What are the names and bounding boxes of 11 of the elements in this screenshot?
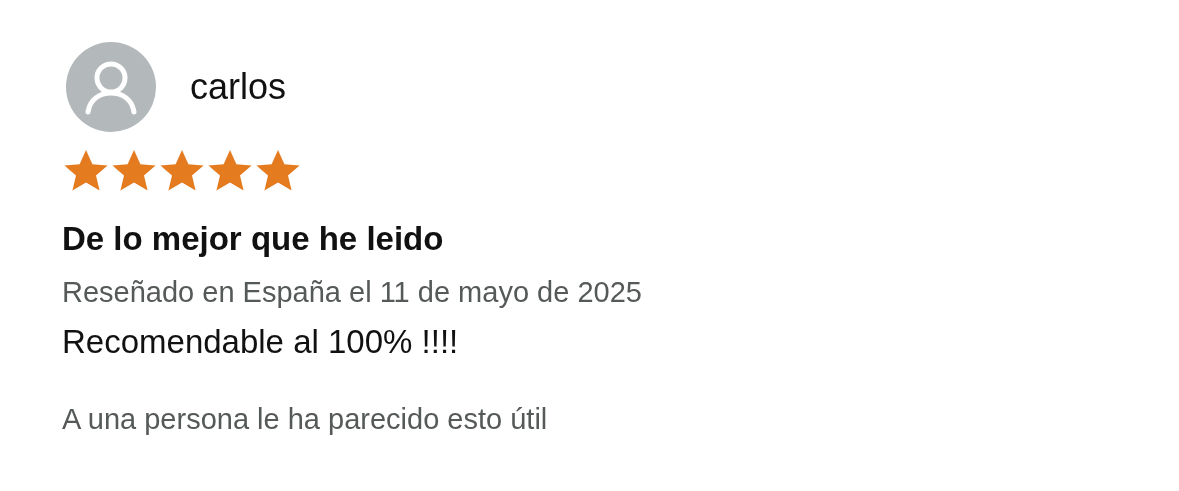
avatar-icon — [66, 42, 156, 132]
review-text: Recomendable al 100% !!!! — [62, 323, 459, 361]
review-date: Reseñado en España el 11 de mayo de 2025 — [62, 276, 642, 309]
star-icon — [158, 148, 206, 194]
star-icon — [62, 148, 110, 194]
star-icon — [206, 148, 254, 194]
reviewer-name: carlos — [190, 66, 287, 108]
star-icon — [254, 148, 302, 194]
helpful-count: A una persona le ha parecido esto útil — [62, 403, 548, 436]
review-title: De lo mejor que he leido — [62, 220, 444, 258]
star-icon — [110, 148, 158, 194]
